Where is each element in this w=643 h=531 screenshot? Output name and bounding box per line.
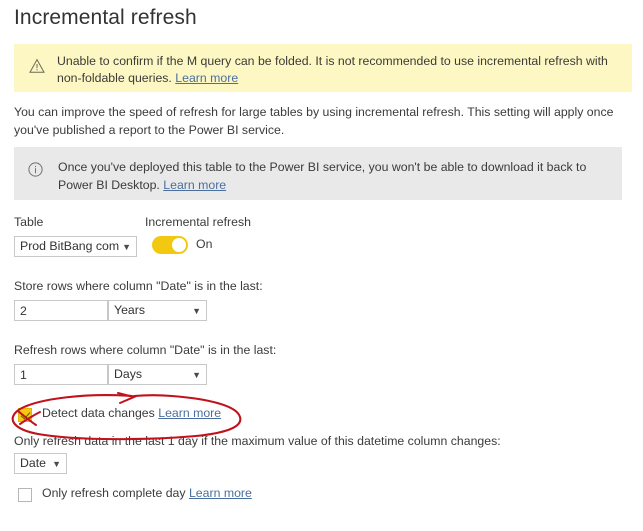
- datetime-column-value: Date: [20, 456, 46, 470]
- toggle-state-label: On: [196, 237, 213, 251]
- table-select-value: Prod BitBang com: [20, 239, 120, 253]
- table-select[interactable]: Prod BitBang com ▼: [14, 236, 137, 257]
- refresh-rows-label: Refresh rows where column "Date" is in t…: [14, 343, 277, 357]
- datetime-column-label: Only refresh data in the last 1 day if t…: [14, 434, 501, 448]
- store-rows-label: Store rows where column "Date" is in the…: [14, 279, 263, 293]
- incremental-refresh-label: Incremental refresh: [145, 215, 251, 229]
- complete-day-label-wrap: Only refresh complete day Learn more: [42, 486, 252, 500]
- page-title: Incremental refresh: [14, 6, 197, 29]
- store-rows-unit-value: Years: [114, 303, 145, 317]
- info-banner: Once you've deployed this table to the P…: [14, 147, 622, 200]
- datetime-column-select[interactable]: Date ▼: [14, 453, 67, 474]
- info-banner-message: Once you've deployed this table to the P…: [58, 160, 587, 192]
- refresh-rows-unit-value: Days: [114, 367, 143, 381]
- complete-day-learn-more-link[interactable]: Learn more: [189, 486, 252, 500]
- warning-banner: Unable to confirm if the M query can be …: [14, 44, 632, 92]
- chevron-down-icon: ▼: [192, 370, 201, 380]
- refresh-rows-amount-input[interactable]: [14, 364, 108, 385]
- warning-learn-more-link[interactable]: Learn more: [175, 71, 238, 85]
- complete-day-checkbox[interactable]: [18, 488, 32, 502]
- detect-data-changes-learn-more-link[interactable]: Learn more: [158, 406, 221, 420]
- complete-day-label: Only refresh complete day: [42, 486, 186, 500]
- warning-banner-message: Unable to confirm if the M query can be …: [57, 54, 608, 85]
- info-banner-text: Once you've deployed this table to the P…: [58, 158, 608, 194]
- detect-data-changes-checkbox[interactable]: [18, 408, 32, 422]
- table-label: Table: [14, 215, 44, 229]
- store-rows-unit-select[interactable]: Years ▼: [108, 300, 207, 321]
- detect-data-changes-label: Detect data changes: [42, 406, 155, 420]
- chevron-down-icon: ▼: [122, 242, 131, 252]
- refresh-rows-unit-select[interactable]: Days ▼: [108, 364, 207, 385]
- info-circle-icon: [28, 162, 43, 177]
- detect-data-changes-label-wrap: Detect data changes Learn more: [42, 406, 221, 420]
- warning-banner-text: Unable to confirm if the M query can be …: [57, 53, 620, 87]
- incremental-refresh-dialog: Incremental refresh Unable to confirm if…: [0, 0, 643, 531]
- intro-paragraph: You can improve the speed of refresh for…: [14, 105, 614, 137]
- store-rows-amount-input[interactable]: [14, 300, 108, 321]
- warning-triangle-icon: [29, 58, 45, 74]
- info-learn-more-link[interactable]: Learn more: [163, 178, 226, 192]
- chevron-down-icon: ▼: [52, 459, 61, 469]
- toggle-knob: [172, 238, 186, 252]
- chevron-down-icon: ▼: [192, 306, 201, 316]
